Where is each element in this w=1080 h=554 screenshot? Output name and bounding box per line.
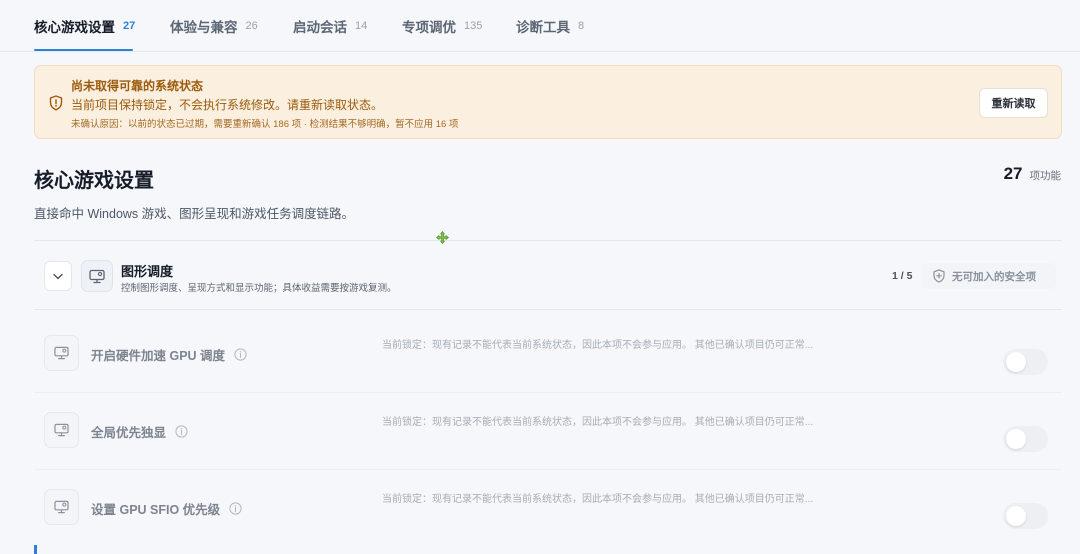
toggle-knob bbox=[1006, 352, 1026, 372]
tab-label: 核心游戏设置 bbox=[34, 20, 115, 35]
item-toggle[interactable] bbox=[1003, 426, 1048, 452]
list-edge-marker bbox=[34, 545, 37, 554]
toggle-knob bbox=[1006, 506, 1026, 526]
item-icon bbox=[44, 489, 79, 525]
item-toggle[interactable] bbox=[1003, 503, 1048, 529]
item-lock-note: 当前锁定：现有记录不能代表当前系统状态，因此本项不会参与应用。 其他已确认项目仍… bbox=[382, 340, 814, 351]
info-icon[interactable] bbox=[229, 502, 242, 515]
tab-label: 诊断工具 bbox=[516, 20, 570, 35]
info-icon[interactable] bbox=[175, 425, 188, 438]
tab-bar: 核心游戏设置 27 体验与兼容 26 启动会话 14 专项调优 135 诊断工具… bbox=[0, 0, 1080, 52]
status-warning-banner: 尚未取得可靠的系统状态 当前项目保持锁定，不会执行系统修改。请重新读取状态。 未… bbox=[34, 65, 1062, 139]
monitor-settings-icon bbox=[54, 500, 69, 514]
item-name-text: 设置 GPU SFIO 优先级 bbox=[91, 503, 221, 517]
tab-count: 8 bbox=[578, 20, 585, 32]
tab-launch-session[interactable]: 启动会话 14 bbox=[293, 0, 367, 52]
active-tab-indicator bbox=[34, 49, 133, 51]
tab-count: 26 bbox=[245, 20, 258, 32]
item-name: 全局优先独显 bbox=[91, 422, 188, 441]
toggle-knob bbox=[1006, 429, 1026, 449]
feature-count-unit: 项功能 bbox=[1029, 170, 1062, 182]
chevron-down-icon bbox=[53, 273, 63, 279]
safe-items-tag-label: 无可加入的安全项 bbox=[952, 270, 1036, 283]
shield-alert-icon bbox=[49, 95, 63, 111]
item-lock-note: 当前锁定：现有记录不能代表当前系统状态，因此本项不会参与应用。 其他已确认项目仍… bbox=[382, 417, 814, 428]
tab-label: 体验与兼容 bbox=[170, 20, 238, 35]
item-toggle[interactable] bbox=[1003, 349, 1048, 375]
group-title: 图形调度 bbox=[121, 264, 174, 279]
reload-status-button[interactable]: 重新读取 bbox=[979, 88, 1048, 118]
group-collapse-button[interactable] bbox=[44, 261, 72, 291]
tab-count: 135 bbox=[464, 20, 483, 32]
section-divider bbox=[34, 240, 1062, 241]
safe-items-tag: 无可加入的安全项 bbox=[922, 263, 1056, 289]
tab-count: 27 bbox=[123, 20, 136, 32]
tab-special-tuning[interactable]: 专项调优 135 bbox=[402, 0, 482, 52]
list-item: 全局优先独显 当前锁定：现有记录不能代表当前系统状态，因此本项不会参与应用。 其… bbox=[34, 393, 1062, 470]
tab-label: 专项调优 bbox=[402, 20, 456, 35]
list-item: 开启硬件加速 GPU 调度 当前锁定：现有记录不能代表当前系统状态，因此本项不会… bbox=[34, 316, 1062, 393]
tab-count: 14 bbox=[355, 20, 368, 32]
item-icon bbox=[44, 335, 79, 371]
tab-label: 启动会话 bbox=[293, 20, 347, 35]
banner-detail: 未确认原因：以前的状态已过期，需要重新确认 186 项 · 检测结果不够明确，暂… bbox=[71, 119, 459, 130]
list-item: 设置 GPU SFIO 优先级 当前锁定：现有记录不能代表当前系统状态，因此本项… bbox=[34, 470, 1062, 547]
item-lock-note: 当前锁定：现有记录不能代表当前系统状态，因此本项不会参与应用。 其他已确认项目仍… bbox=[382, 494, 814, 505]
feature-count-number: 27 bbox=[1003, 164, 1023, 183]
group-description: 控制图形调度、呈现方式和显示功能；具体收益需要按游戏复测。 bbox=[121, 283, 397, 294]
monitor-settings-icon bbox=[89, 269, 105, 283]
monitor-settings-icon bbox=[54, 423, 69, 437]
item-name: 设置 GPU SFIO 优先级 bbox=[91, 499, 242, 518]
tab-diagnostic-tools[interactable]: 诊断工具 8 bbox=[516, 0, 584, 52]
move-cursor-icon bbox=[436, 231, 449, 244]
banner-message: 当前项目保持锁定，不会执行系统修改。请重新读取状态。 bbox=[71, 98, 384, 112]
feature-count: 27 项功能 bbox=[1004, 164, 1061, 184]
banner-title: 尚未取得可靠的系统状态 bbox=[71, 79, 204, 93]
item-name: 开启硬件加速 GPU 调度 bbox=[91, 345, 247, 364]
item-name-text: 开启硬件加速 GPU 调度 bbox=[91, 349, 226, 363]
shield-plus-icon bbox=[933, 269, 945, 283]
monitor-settings-icon bbox=[54, 346, 69, 360]
group-progress: 1 / 5 bbox=[892, 270, 913, 282]
info-icon[interactable] bbox=[234, 348, 247, 361]
tab-core-game-settings[interactable]: 核心游戏设置 27 bbox=[34, 0, 135, 52]
item-name-text: 全局优先独显 bbox=[91, 426, 167, 440]
tab-experience-compat[interactable]: 体验与兼容 26 bbox=[170, 0, 258, 52]
graphics-group-icon bbox=[81, 260, 113, 292]
group-divider bbox=[34, 309, 1062, 310]
item-icon bbox=[44, 412, 79, 448]
section-title: 核心游戏设置 bbox=[34, 170, 154, 192]
section-description: 直接命中 Windows 游戏、图形呈现和游戏任务调度链路。 bbox=[34, 207, 355, 221]
